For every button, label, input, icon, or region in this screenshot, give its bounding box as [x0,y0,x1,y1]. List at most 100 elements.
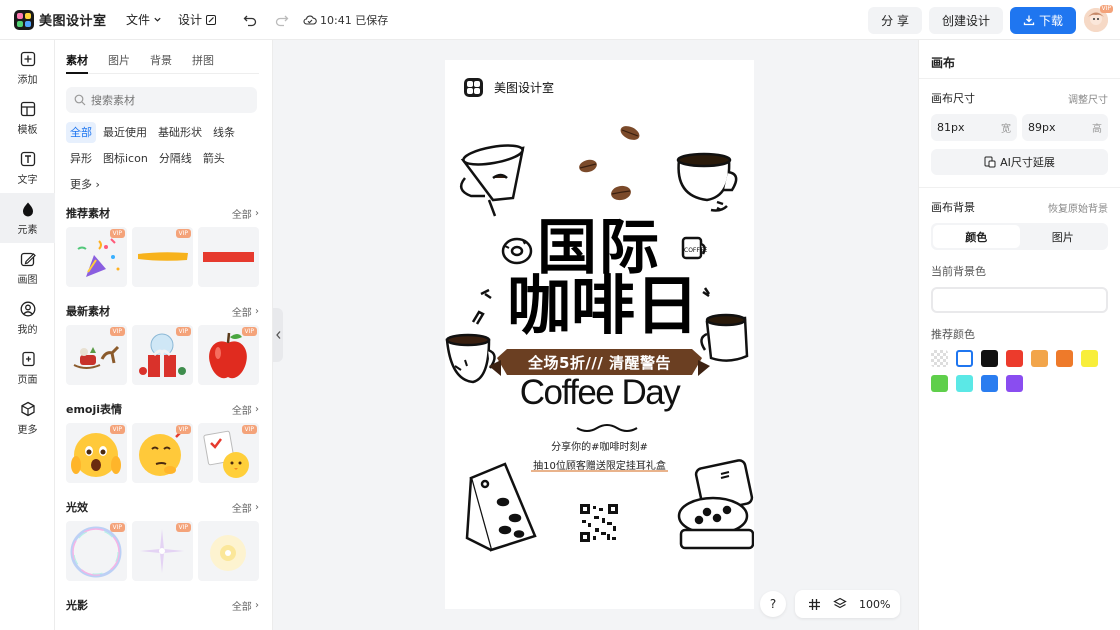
swatch-green[interactable] [931,375,948,392]
asset-soft-glow-light[interactable] [198,521,259,581]
chip-basic-shapes[interactable]: 基础形状 [154,122,206,143]
chip-irregular[interactable]: 异形 [66,148,96,169]
width-field[interactable]: 81px 宽 [931,114,1017,141]
nav-add-label: 添加 [17,74,38,86]
see-all-label: 全部 [231,307,252,319]
vip-badge: VIP [175,425,191,434]
nav-draw-label: 画图 [17,274,38,286]
chip-lines[interactable]: 线条 [209,122,239,143]
top-bar: 美图设计室 文件 设计 10:41 已保存 分 享 创建设计 下载 VIP [0,0,1120,40]
nav-template[interactable]: 模板 [0,93,55,143]
bg-image-option[interactable]: 图片 [1020,225,1107,248]
section-title: 光影 [66,599,88,612]
chip-more[interactable]: 更多 › [66,174,104,195]
nav-mine[interactable]: 我的 [0,293,55,343]
recommend-colors-label: 推荐颜色 [931,328,975,341]
see-all-link[interactable]: 全部 › [232,598,259,613]
asset-bubble-ring-light[interactable]: VIP [66,521,127,581]
latte-cup-icon [445,310,496,384]
swatch-blue[interactable] [981,375,998,392]
nav-text[interactable]: 文字 [0,143,55,193]
design-menu[interactable]: 设计 [178,11,217,28]
ai-resize-button[interactable]: AI尺寸延展 [931,149,1108,175]
see-all-link[interactable]: 全部 › [232,206,259,221]
see-all-link[interactable]: 全部 › [232,402,259,417]
asset-thinking-emoji[interactable]: VIP [132,423,193,483]
file-menu[interactable]: 文件 [126,11,162,28]
layers-button[interactable] [827,591,853,617]
asset-party-popper[interactable]: VIP [66,227,127,287]
see-all-link[interactable]: 全部 › [232,304,259,319]
see-all-link[interactable]: 全部 › [232,500,259,515]
nav-elements[interactable]: 元素 [0,193,55,243]
design-menu-label: 设计 [178,13,203,27]
section-title: 最新素材 [66,305,110,318]
swatch-cyan[interactable] [956,375,973,392]
tab-backgrounds[interactable]: 背景 [150,52,172,74]
swatch-white[interactable] [956,350,973,367]
swatch-transparent[interactable] [931,350,948,367]
zoom-level[interactable]: 100% [859,598,890,611]
file-menu-label: 文件 [126,13,151,27]
asset-checklist-chick-emoji[interactable]: VIP [198,423,259,483]
download-button[interactable]: 下载 [1009,6,1076,34]
nav-more[interactable]: 更多 [0,393,55,443]
asset-red-bar[interactable] [198,227,259,287]
asset-fearful-emoji[interactable]: VIP [66,423,127,483]
nav-more-label: 更多 [17,424,38,436]
swatch-light-orange[interactable] [1031,350,1048,367]
poster-title-line2: 咖啡日 [507,270,699,344]
avatar[interactable]: VIP [1084,5,1113,32]
asset-red-apple[interactable]: VIP [198,325,259,385]
nav-text-label: 文字 [17,174,38,186]
tab-images[interactable]: 图片 [108,52,130,74]
section-title: 光效 [66,501,88,514]
chip-arrows[interactable]: 箭头 [199,148,229,169]
bg-type-toggle: 颜色 图片 [931,223,1108,250]
grid-toggle[interactable] [801,591,827,617]
adjust-size-link[interactable]: 调整尺寸 [1068,91,1108,106]
current-bg-color-picker[interactable] [931,287,1108,313]
swatch-yellow[interactable] [1081,350,1098,367]
height-field[interactable]: 89px 高 [1022,114,1108,141]
app-logo[interactable]: 美图设计室 [14,9,110,30]
canvas-size-label: 画布尺寸 [931,92,975,105]
asset-christmas-gift[interactable]: VIP [132,325,193,385]
swatch-black[interactable] [981,350,998,367]
asset-yellow-brush-stroke[interactable]: VIP [132,227,193,287]
redo-icon[interactable] [275,13,289,27]
bg-color-option[interactable]: 颜色 [933,225,1020,248]
asset-sparkle-light[interactable]: VIP [132,521,193,581]
coffee-cup-icon [676,152,738,212]
section-emoji: emoji表情 全部 › VIP VIP VIP [66,401,259,483]
nav-draw[interactable]: 画图 [0,243,55,293]
vip-badge: VIP [175,523,191,532]
help-button[interactable]: ? [760,591,786,617]
ai-resize-label: AI尺寸延展 [1000,156,1055,169]
nav-pages[interactable]: 页面 [0,343,55,393]
poster-title-line1: 国际 [537,213,661,283]
undo-icon[interactable] [243,13,257,27]
width-value: 81px [937,121,965,134]
share-button[interactable]: 分 享 [868,6,922,34]
restore-bg-link[interactable]: 恢复原始背景 [1048,200,1108,215]
chip-all[interactable]: 全部 [66,122,96,143]
nav-add[interactable]: 添加 [0,43,55,93]
tab-materials[interactable]: 素材 [66,52,88,74]
swatch-orange[interactable] [1056,350,1073,367]
swatch-purple[interactable] [1006,375,1023,392]
chip-icons[interactable]: 图标icon [99,148,152,169]
chip-dividers[interactable]: 分隔线 [155,148,196,169]
save-status: 10:41 已保存 [303,12,388,28]
qr-code [580,504,618,542]
small-cup-icon: COFFEE [681,236,708,260]
chip-recent[interactable]: 最近使用 [99,122,151,143]
ai-resize-icon [984,156,996,168]
design-canvas[interactable]: 美图设计室 COFFEE 国际 咖啡日 全场5折/// 清醒警告 Coffee … [445,60,754,609]
tab-collage[interactable]: 拼图 [192,52,214,74]
search-input[interactable] [91,93,241,107]
create-design-button[interactable]: 创建设计 [928,6,1003,34]
asset-christmas-sleigh[interactable]: VIP [66,325,127,385]
collapse-panel-button[interactable] [273,308,283,362]
swatch-red[interactable] [1006,350,1023,367]
